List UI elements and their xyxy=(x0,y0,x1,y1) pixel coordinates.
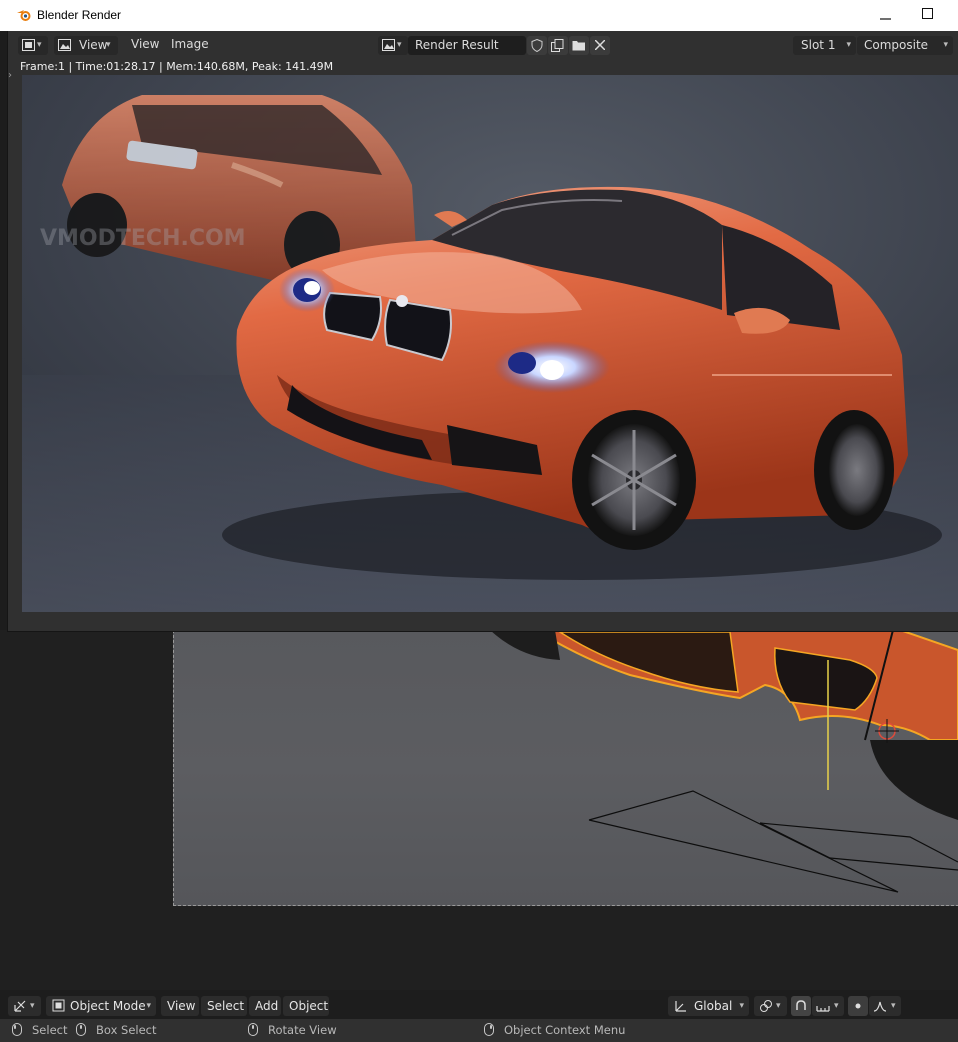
chevron-down-icon: ▾ xyxy=(739,1001,744,1011)
transform-orientation-icon xyxy=(675,1001,686,1012)
editor-type-button[interactable]: ▾ xyxy=(8,996,41,1016)
open-image-button[interactable] xyxy=(569,36,589,55)
duplicate-button[interactable] xyxy=(548,36,568,55)
viewport-scene xyxy=(490,630,958,893)
snap-increment-icon xyxy=(816,1006,830,1012)
pivot-icon xyxy=(760,1000,772,1012)
object-mode-icon xyxy=(52,999,65,1012)
snap-toggle[interactable] xyxy=(791,996,811,1016)
render-car-scene: VMODTECH.COM xyxy=(22,75,958,612)
status-select-label: Select xyxy=(32,1023,68,1037)
render-window-footer xyxy=(8,612,958,631)
chevron-down-icon: ▾ xyxy=(397,40,402,50)
image-name-value: Render Result xyxy=(415,38,499,52)
menu-view[interactable]: View xyxy=(131,37,159,51)
snap-icon xyxy=(796,1000,806,1010)
toolbar-strip xyxy=(8,59,22,631)
render-result-image[interactable]: VMODTECH.COM xyxy=(22,75,958,612)
maximize-icon[interactable] xyxy=(922,8,933,19)
editor-type-icon xyxy=(22,39,35,51)
mouse-left-icon xyxy=(12,1023,22,1036)
watermark-text: VMODTECH.COM xyxy=(40,226,246,251)
proportional-edit-icon xyxy=(855,1003,861,1009)
mode-value: Object Mode xyxy=(70,999,146,1013)
blender-logo-icon xyxy=(17,10,31,21)
rear-wheel xyxy=(490,630,560,660)
viewport-header: ▾ Object Mode ▾ View Select Add Object G… xyxy=(0,993,958,1019)
menu-image[interactable]: Image xyxy=(171,37,209,51)
chevron-down-icon: ▾ xyxy=(846,40,851,50)
editor-type-3d-icon xyxy=(14,1000,26,1012)
chevron-down-icon: ▾ xyxy=(834,1001,839,1011)
status-context-menu-label: Object Context Menu xyxy=(504,1023,626,1037)
proportional-edit-toggle[interactable] xyxy=(848,996,868,1016)
transform-orientation-dropdown[interactable]: Global ▾ xyxy=(668,996,749,1016)
transform-orientation-value: Global xyxy=(694,999,733,1013)
menu-object-label: Object xyxy=(289,999,329,1013)
chevron-down-icon: ▾ xyxy=(146,1001,151,1011)
unlink-image-button[interactable] xyxy=(590,36,610,55)
front-wheel xyxy=(870,740,958,820)
chevron-down-icon: ▾ xyxy=(37,40,42,50)
menu-view[interactable]: View xyxy=(161,996,199,1016)
chevron-down-icon: ▾ xyxy=(106,40,111,50)
status-box-select: Box Select xyxy=(76,1023,157,1037)
falloff-icon xyxy=(873,1001,887,1012)
chevron-down-icon: ▾ xyxy=(30,1001,35,1011)
view-dropdown[interactable]: View ▾ xyxy=(54,36,118,55)
fake-user-button[interactable] xyxy=(527,36,547,55)
close-icon xyxy=(595,40,605,50)
view-dropdown-label: View xyxy=(79,38,108,52)
window-title: Blender Render xyxy=(37,8,122,22)
pivot-point-dropdown[interactable]: ▾ xyxy=(754,996,787,1016)
mode-dropdown[interactable]: Object Mode ▾ xyxy=(46,996,156,1016)
image-icon xyxy=(58,39,71,51)
slot-dropdown[interactable]: Slot 1 ▾ xyxy=(793,36,856,55)
mouse-drag-icon xyxy=(76,1023,86,1036)
image-editor-header: ▾ View ▾ View Image ▾ Render Result Slot… xyxy=(8,31,958,59)
slot-value: Slot 1 xyxy=(801,38,836,52)
duplicate-icon xyxy=(551,39,564,52)
image-icon xyxy=(382,39,395,51)
render-layer-dropdown[interactable]: Composite ▾ xyxy=(857,36,953,55)
render-stats: Frame:1 | Time:01:28.17 | Mem:140.68M, P… xyxy=(20,60,334,73)
expand-arrow-icon[interactable]: › xyxy=(8,70,12,81)
menu-view-label: View xyxy=(167,999,196,1013)
status-rotate-view: Rotate View xyxy=(248,1023,337,1037)
window-titlebar[interactable]: Blender Render xyxy=(0,0,958,31)
fake-user-shield-icon xyxy=(531,39,543,52)
menu-select-label: Select xyxy=(207,999,245,1013)
mouse-right-icon xyxy=(484,1023,494,1036)
mouse-middle-icon xyxy=(248,1023,258,1036)
editor-type-button[interactable]: ▾ xyxy=(18,36,48,55)
menu-add[interactable]: Add xyxy=(249,996,281,1016)
status-box-select-label: Box Select xyxy=(96,1023,157,1037)
chevron-down-icon: ▾ xyxy=(776,1001,781,1011)
menu-select[interactable]: Select xyxy=(201,996,247,1016)
status-select: Select xyxy=(12,1023,67,1037)
minimize-icon[interactable] xyxy=(876,4,896,26)
status-context-menu: Object Context Menu xyxy=(484,1023,625,1037)
menu-add-label: Add xyxy=(255,999,279,1013)
status-bar: Select Box Select Rotate View Object Con… xyxy=(0,1019,958,1042)
snap-target-dropdown[interactable]: ▾ xyxy=(812,996,844,1016)
camera-wireframe xyxy=(588,790,899,893)
image-name-field[interactable]: Render Result xyxy=(408,36,526,55)
render-layer-value: Composite xyxy=(864,38,929,52)
open-folder-icon xyxy=(572,41,585,51)
bmw-logo-icon xyxy=(396,295,408,307)
chevron-down-icon: ▾ xyxy=(943,40,948,50)
falloff-dropdown[interactable]: ▾ xyxy=(869,996,901,1016)
status-rotate-view-label: Rotate View xyxy=(268,1023,337,1037)
car-grille xyxy=(557,631,739,693)
menu-object[interactable]: Object xyxy=(283,996,329,1016)
browse-image-button[interactable]: ▾ xyxy=(378,36,408,55)
chevron-down-icon: ▾ xyxy=(891,1001,896,1011)
